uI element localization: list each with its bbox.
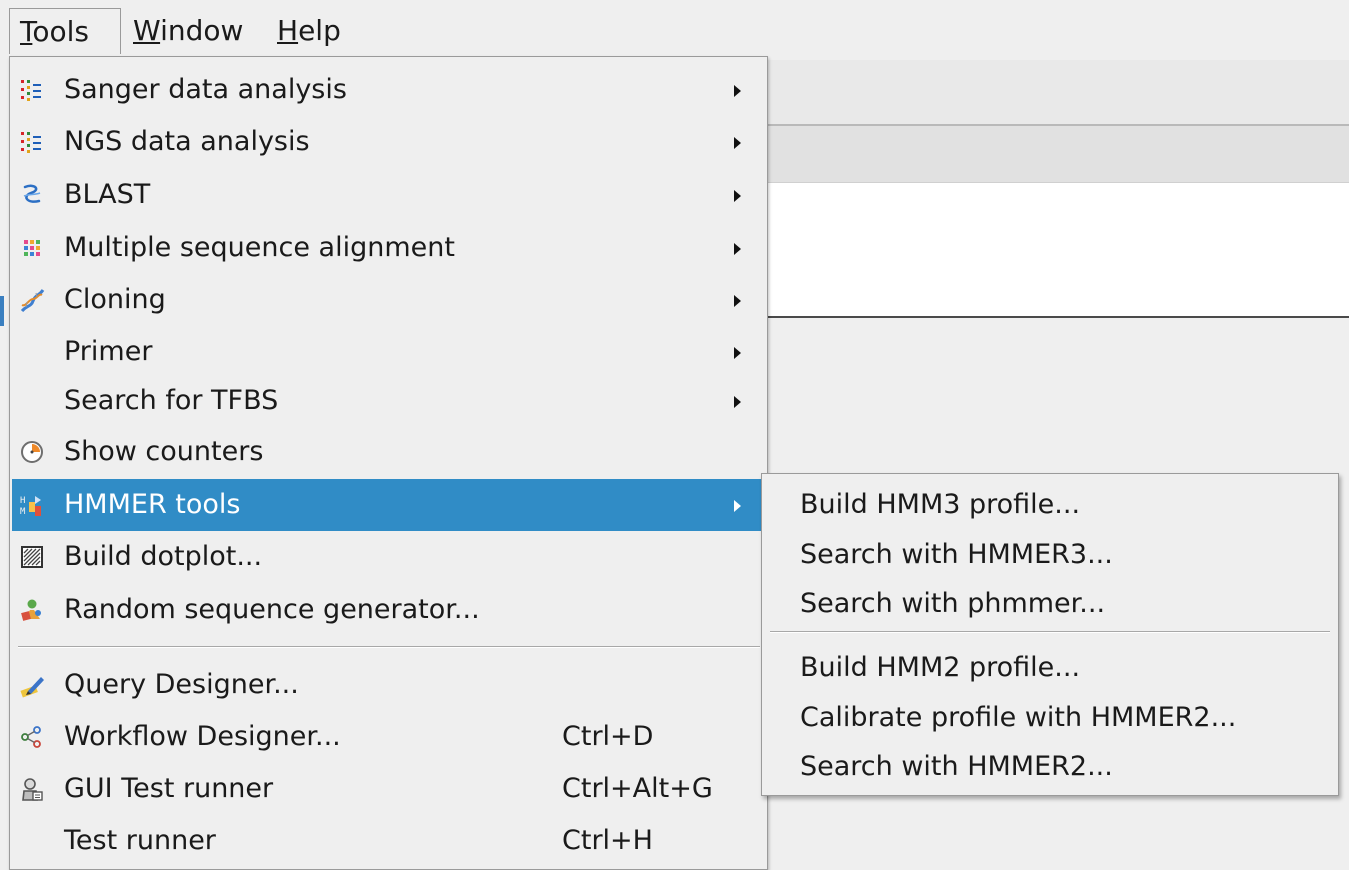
menu-item-gui-test-runner[interactable]: GUI Test runner Ctrl+Alt+G [12, 763, 765, 815]
random-sequence-icon [21, 599, 41, 621]
blast-icon [23, 184, 41, 203]
submenu-item-search-hmmer2[interactable]: Search with HMMER2... [764, 742, 1336, 792]
menu-tools-rest: ools [32, 15, 89, 48]
background-content-area [766, 183, 1349, 318]
menu-window-rest: indow [160, 14, 244, 47]
submenu-item-label: Calibrate profile with HMMER2... [800, 702, 1237, 733]
menu-item-label: HMMER tools [64, 489, 241, 520]
menu-tools-mnemonic: T [20, 15, 33, 48]
menu-item-label: Workflow Designer... [64, 721, 341, 752]
menu-item-test-runner[interactable]: Test runner Ctrl+H [12, 815, 765, 867]
gui-test-icon [22, 778, 43, 801]
query-designer-icon [20, 677, 44, 698]
ngs-icon [21, 132, 41, 153]
submenu-item-label: Search with phmmer... [800, 588, 1106, 619]
menu-item-hmmer-tools[interactable]: H M HMMER tools [12, 479, 765, 531]
menu-item-ngs[interactable]: NGS data analysis [12, 116, 765, 168]
app-window: Tools Window Help Sanger data analysis N… [0, 0, 1349, 870]
menu-item-workflow-designer[interactable]: Workflow Designer... Ctrl+D [12, 711, 765, 763]
background-left-marker [0, 296, 4, 326]
menu-item-label: Query Designer... [64, 669, 299, 700]
background-tab-strip [766, 126, 1349, 183]
menu-item-label: BLAST [64, 179, 151, 210]
menu-item-cloning[interactable]: Cloning [12, 274, 765, 326]
menu-item-query-designer[interactable]: Query Designer... [12, 659, 765, 711]
submenu-arrow-icon [734, 243, 741, 255]
menu-item-search-tfbs[interactable]: Search for TFBS [12, 375, 765, 427]
menu-item-label: Build dotplot... [64, 541, 263, 572]
submenu-arrow-icon [734, 137, 741, 149]
menu-item-label: Sanger data analysis [64, 74, 347, 105]
menu-window-mnemonic: W [133, 14, 161, 47]
menu-item-label: Show counters [64, 436, 264, 467]
hmmer-submenu: Build HMM3 profile... Search with HMMER3… [761, 473, 1339, 796]
shortcut-label: Ctrl+D [562, 721, 654, 752]
menu-help-mnemonic: H [277, 14, 299, 47]
shortcut-label: Ctrl+Alt+G [562, 773, 713, 804]
menu-item-show-counters[interactable]: Show counters [12, 426, 765, 478]
sanger-icon [21, 80, 41, 101]
svg-text:H: H [20, 496, 25, 506]
menu-item-primer[interactable]: Primer [12, 326, 765, 378]
menu-item-label: Multiple sequence alignment [64, 232, 455, 263]
submenu-arrow-icon [734, 190, 741, 202]
shortcut-label: Ctrl+H [562, 825, 653, 856]
tools-menu: Sanger data analysis NGS data analysis B… [9, 56, 768, 870]
submenu-arrow-icon [734, 295, 741, 307]
background-toolbar [766, 60, 1349, 126]
menu-item-label: NGS data analysis [64, 126, 310, 157]
submenu-item-build-hmm3[interactable]: Build HMM3 profile... [764, 480, 1336, 530]
submenu-item-label: Build HMM3 profile... [800, 489, 1081, 520]
submenu-arrow-icon [734, 85, 741, 97]
submenu-arrow-icon [734, 347, 741, 359]
submenu-item-search-phmmer[interactable]: Search with phmmer... [764, 579, 1336, 629]
menu-item-random-sequence[interactable]: Random sequence generator... [12, 584, 765, 636]
svg-text:M: M [20, 507, 26, 517]
menu-item-sanger[interactable]: Sanger data analysis [12, 64, 765, 116]
submenu-item-label: Search with HMMER3... [800, 539, 1113, 570]
submenu-separator [770, 631, 1330, 633]
dna-icon [20, 289, 45, 313]
menu-item-blast[interactable]: BLAST [12, 169, 765, 221]
menu-item-label: Primer [64, 336, 153, 367]
menu-separator [18, 646, 760, 648]
submenu-item-label: Search with HMMER2... [800, 751, 1113, 782]
menu-tools[interactable]: Tools [9, 8, 121, 54]
menu-window[interactable]: Window [123, 8, 253, 54]
submenu-item-search-hmmer3[interactable]: Search with HMMER3... [764, 530, 1336, 580]
msa-icon [24, 240, 40, 256]
menu-item-label: Cloning [64, 284, 166, 315]
counter-icon [21, 441, 43, 463]
menu-item-label: Random sequence generator... [64, 594, 480, 625]
menu-item-build-dotplot[interactable]: Build dotplot... [12, 531, 765, 583]
menu-help-rest: elp [298, 14, 341, 47]
submenu-arrow-icon [734, 500, 741, 512]
submenu-item-label: Build HMM2 profile... [800, 652, 1081, 683]
submenu-item-build-hmm2[interactable]: Build HMM2 profile... [764, 643, 1336, 693]
dotplot-icon [21, 546, 43, 568]
submenu-item-calibrate-hmmer2[interactable]: Calibrate profile with HMMER2... [764, 693, 1336, 743]
workflow-icon [21, 726, 41, 748]
menu-item-msa[interactable]: Multiple sequence alignment [12, 222, 765, 274]
menu-help[interactable]: Help [267, 8, 351, 54]
menu-bar: Tools Window Help [0, 0, 1349, 58]
hmmer-icon: H M [20, 496, 41, 517]
submenu-arrow-icon [734, 396, 741, 408]
menu-item-label: Test runner [64, 825, 216, 856]
menu-item-label: GUI Test runner [64, 773, 274, 804]
menu-item-label: Search for TFBS [64, 385, 279, 416]
